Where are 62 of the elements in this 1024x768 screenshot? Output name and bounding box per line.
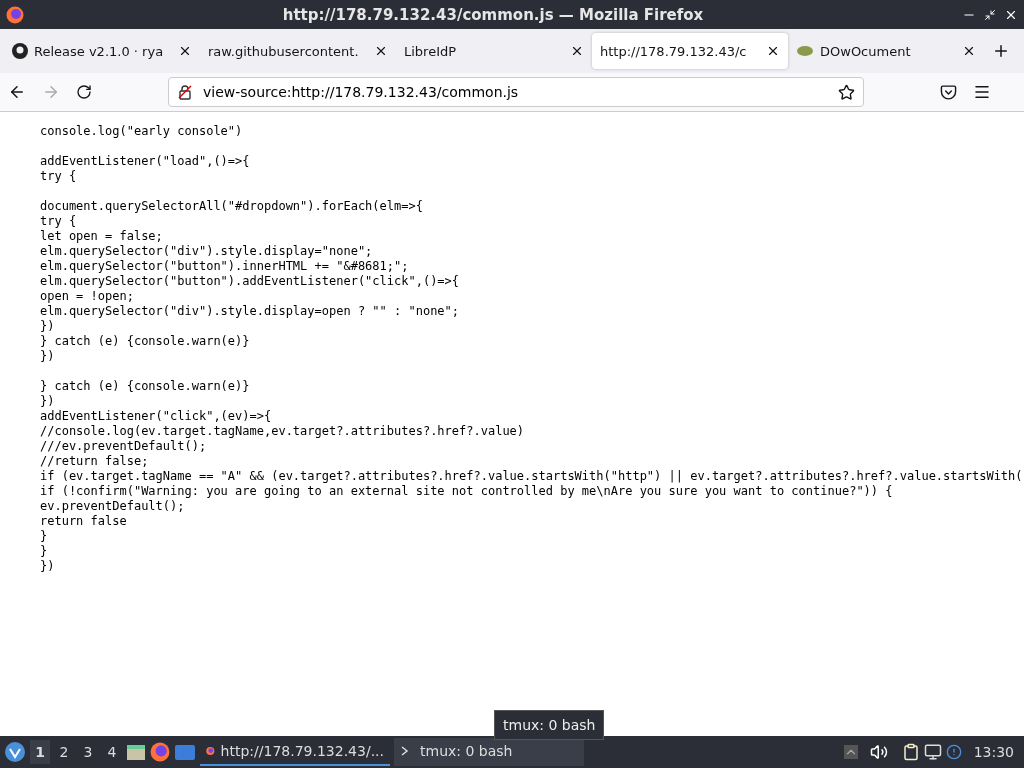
close-tab-icon[interactable] — [570, 44, 584, 58]
close-tab-icon[interactable] — [178, 44, 192, 58]
menu-icon[interactable] — [973, 83, 991, 101]
address-field[interactable]: view-source:http://178.79.132.43/common.js — [168, 77, 864, 107]
source-line: open = !open; — [40, 289, 135, 304]
source-line: try { — [40, 169, 78, 184]
clipboard-icon[interactable] — [901, 743, 920, 761]
notification-icon[interactable] — [945, 744, 962, 760]
workspace-button[interactable]: 3 — [78, 740, 98, 764]
source-line: }) — [40, 319, 56, 334]
browser-tab[interactable]: http://178.79.132.43/c — [592, 33, 788, 69]
source-line: ev.preventDefault(); — [40, 499, 186, 514]
source-line: addEventListener("click",(ev)=>{ — [40, 409, 273, 424]
close-tab-icon[interactable] — [962, 44, 976, 58]
source-line: try { — [40, 214, 78, 229]
start-menu-icon[interactable] — [4, 741, 26, 763]
source-line: return false — [40, 514, 128, 529]
workspace-button[interactable]: 4 — [102, 740, 122, 764]
browser-tab[interactable]: DOwOcument — [788, 33, 984, 69]
insecure-lock-icon — [177, 84, 193, 100]
source-line: elm.querySelector("div").style.display="none"; — [40, 244, 374, 259]
new-tab-icon[interactable] — [992, 42, 1010, 60]
source-line: elm.querySelector("div").style.display=open ? "" : "none"; — [40, 304, 461, 319]
source-line: //console.log(ev.target.tagName,ev.target?.attributes?.href?.value) — [40, 424, 526, 439]
source-line: document.querySelectorAll("#dropdown").forEach(elm=>{ — [40, 199, 424, 214]
reload-icon[interactable] — [76, 84, 92, 100]
bookmark-star-icon[interactable] — [838, 83, 855, 101]
browser-tab[interactable]: Release v2.1.0 · rya — [4, 33, 200, 69]
source-line: } catch (e) {console.warn(e)} — [40, 334, 251, 349]
source-line: } catch (e) {console.warn(e)} — [40, 379, 251, 394]
back-icon[interactable] — [8, 83, 26, 101]
workspace-button[interactable]: 2 — [54, 740, 74, 764]
tooltip: tmux: 0 bash — [494, 710, 605, 740]
taskbar-task[interactable]: http://178.79.132.43/... — [200, 738, 390, 766]
source-line: } — [40, 544, 49, 559]
restore-icon[interactable] — [984, 8, 996, 21]
file-manager-icon[interactable] — [126, 743, 146, 761]
close-tab-icon[interactable] — [766, 44, 780, 58]
source-line: console.log("early console") — [40, 124, 244, 139]
source-line: elm.querySelector("button").innerHTML += "&#8681;"; — [40, 259, 410, 274]
tray-expand-icon[interactable] — [843, 745, 858, 759]
source-line: }) — [40, 349, 56, 364]
source-line: ///ev.preventDefault(); — [40, 439, 208, 454]
pocket-icon[interactable] — [940, 83, 957, 101]
source-line: let open = false; — [40, 229, 164, 244]
clock[interactable]: 13:30 — [973, 744, 1014, 760]
volume-icon[interactable] — [869, 743, 888, 761]
window-icon[interactable] — [174, 743, 196, 761]
source-line: elm.querySelector("button").addEventListener("click",()=>{ — [40, 274, 461, 289]
source-line: //return false; — [40, 454, 150, 469]
workspace-button[interactable]: 1 — [30, 740, 50, 764]
source-line: if (ev.target.tagName == "A" && (ev.target?.attributes?.href?.value.startsWith("http") || ev.target?.attributes?.href?.value.startsWith( — [40, 469, 1024, 484]
source-line: addEventListener("load",()=>{ — [40, 154, 251, 169]
browser-tab[interactable]: raw.githubusercontent. — [200, 33, 396, 69]
source-line: } — [40, 529, 49, 544]
browser-tab[interactable]: LibreIdP — [396, 33, 592, 69]
source-line: if (!confirm("Warning: you are going to an external site not controlled by me\nAre you sure you want to continue?")) { — [40, 484, 894, 499]
window-title: http://178.79.132.43/common.js — Mozilla Firefox — [281, 5, 705, 24]
taskbar-task[interactable]: tmux: 0 bash — [394, 738, 584, 766]
close-tab-icon[interactable] — [374, 44, 388, 58]
source-line: }) — [40, 559, 56, 574]
source-line: }) — [40, 394, 56, 409]
